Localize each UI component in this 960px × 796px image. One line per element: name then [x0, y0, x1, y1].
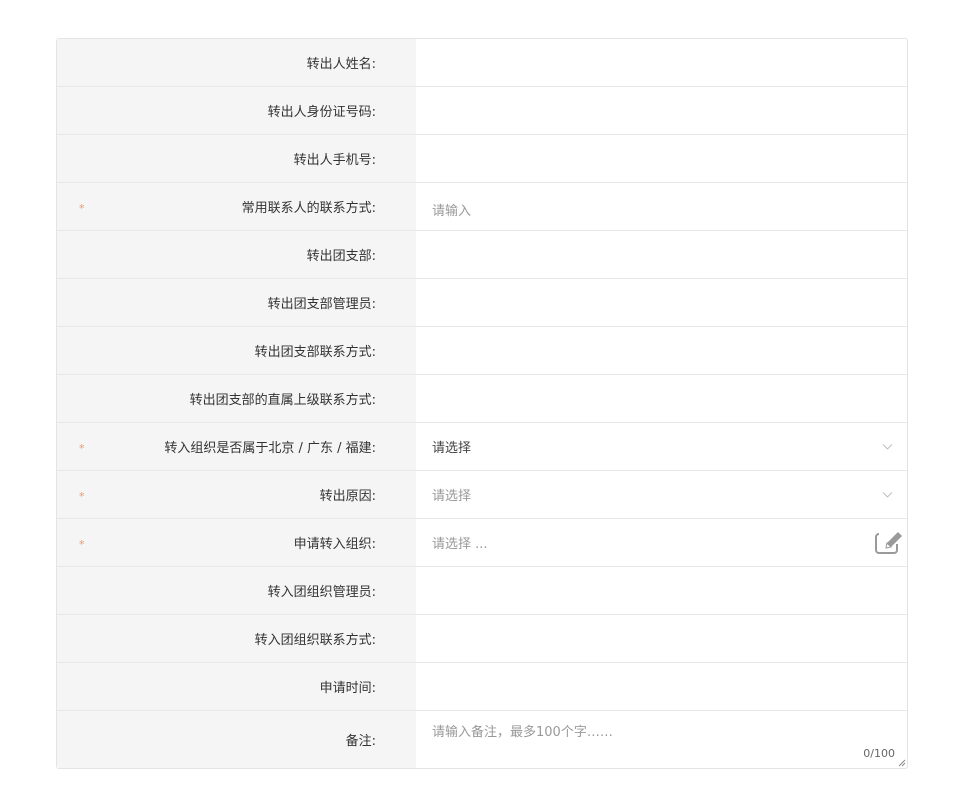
field-label: 备注:	[57, 711, 416, 768]
field-label: * 申请转入组织:	[57, 519, 416, 566]
form-row-superior-contact: 转出团支部的直属上级联系方式:	[57, 375, 907, 423]
transferor-name-value	[416, 39, 907, 86]
required-mark: *	[79, 201, 85, 215]
field-label: 转出团支部管理员:	[57, 279, 416, 326]
remarks-textarea[interactable]: 请输入备注，最多100个字…… 0/100	[416, 711, 907, 768]
field-label: 转出人手机号:	[57, 135, 416, 182]
transfer-reason-select[interactable]: 请选择	[416, 471, 907, 518]
source-branch-contact-value	[416, 327, 907, 374]
form-row-contact-method: * 常用联系人的联系方式: 请输入	[57, 183, 907, 231]
field-label: 转出人身份证号码:	[57, 87, 416, 134]
char-counter: 0/100	[863, 747, 895, 760]
target-region-select[interactable]: 请选择	[416, 423, 907, 470]
form-row-application-time: 申请时间:	[57, 663, 907, 711]
field-label: * 常用联系人的联系方式:	[57, 183, 416, 230]
field-label: 转出人姓名:	[57, 39, 416, 86]
field-label: 转出团支部联系方式:	[57, 327, 416, 374]
form-row-transferor-name: 转出人姓名:	[57, 39, 907, 87]
contact-method-input[interactable]: 请输入	[416, 183, 907, 230]
form-row-transfer-reason: * 转出原因: 请选择	[57, 471, 907, 519]
form-row-target-organization: * 申请转入组织: 请选择 ...	[57, 519, 907, 567]
chevron-down-icon	[882, 491, 893, 498]
field-label: 申请时间:	[57, 663, 416, 710]
form-row-source-branch: 转出团支部:	[57, 231, 907, 279]
form-row-transferor-phone: 转出人手机号:	[57, 135, 907, 183]
field-label: 转出团支部:	[57, 231, 416, 278]
form-row-target-org-contact: 转入团组织联系方式:	[57, 615, 907, 663]
superior-contact-value	[416, 375, 907, 422]
source-branch-value	[416, 231, 907, 278]
form-row-source-branch-admin: 转出团支部管理员:	[57, 279, 907, 327]
target-organization-picker[interactable]: 请选择 ...	[416, 519, 907, 566]
field-label: 转入团组织管理员:	[57, 567, 416, 614]
form-row-source-branch-contact: 转出团支部联系方式:	[57, 327, 907, 375]
form-row-target-org-admin: 转入团组织管理员:	[57, 567, 907, 615]
application-time-value	[416, 663, 907, 710]
chevron-down-icon	[882, 443, 893, 450]
field-label: * 转出原因:	[57, 471, 416, 518]
required-mark: *	[79, 489, 85, 503]
field-label: 转出团支部的直属上级联系方式:	[57, 375, 416, 422]
target-org-contact-value	[416, 615, 907, 662]
source-branch-admin-value	[416, 279, 907, 326]
form-row-remarks: 备注: 请输入备注，最多100个字…… 0/100	[57, 711, 907, 768]
transferor-phone-value	[416, 135, 907, 182]
field-label: * 转入组织是否属于北京 / 广东 / 福建:	[57, 423, 416, 470]
transferor-id-number-value	[416, 87, 907, 134]
edit-icon[interactable]	[873, 529, 905, 557]
form-row-target-region-select: * 转入组织是否属于北京 / 广东 / 福建: 请选择	[57, 423, 907, 471]
field-label: 转入团组织联系方式:	[57, 615, 416, 662]
target-org-admin-value	[416, 567, 907, 614]
required-mark: *	[79, 441, 85, 455]
required-mark: *	[79, 537, 85, 551]
transfer-form: 转出人姓名: 转出人身份证号码: 转出人手机号: * 常用联系人的联系方式: 请…	[56, 38, 908, 769]
form-row-transferor-id-number: 转出人身份证号码:	[57, 87, 907, 135]
resize-handle-icon[interactable]	[898, 759, 906, 767]
